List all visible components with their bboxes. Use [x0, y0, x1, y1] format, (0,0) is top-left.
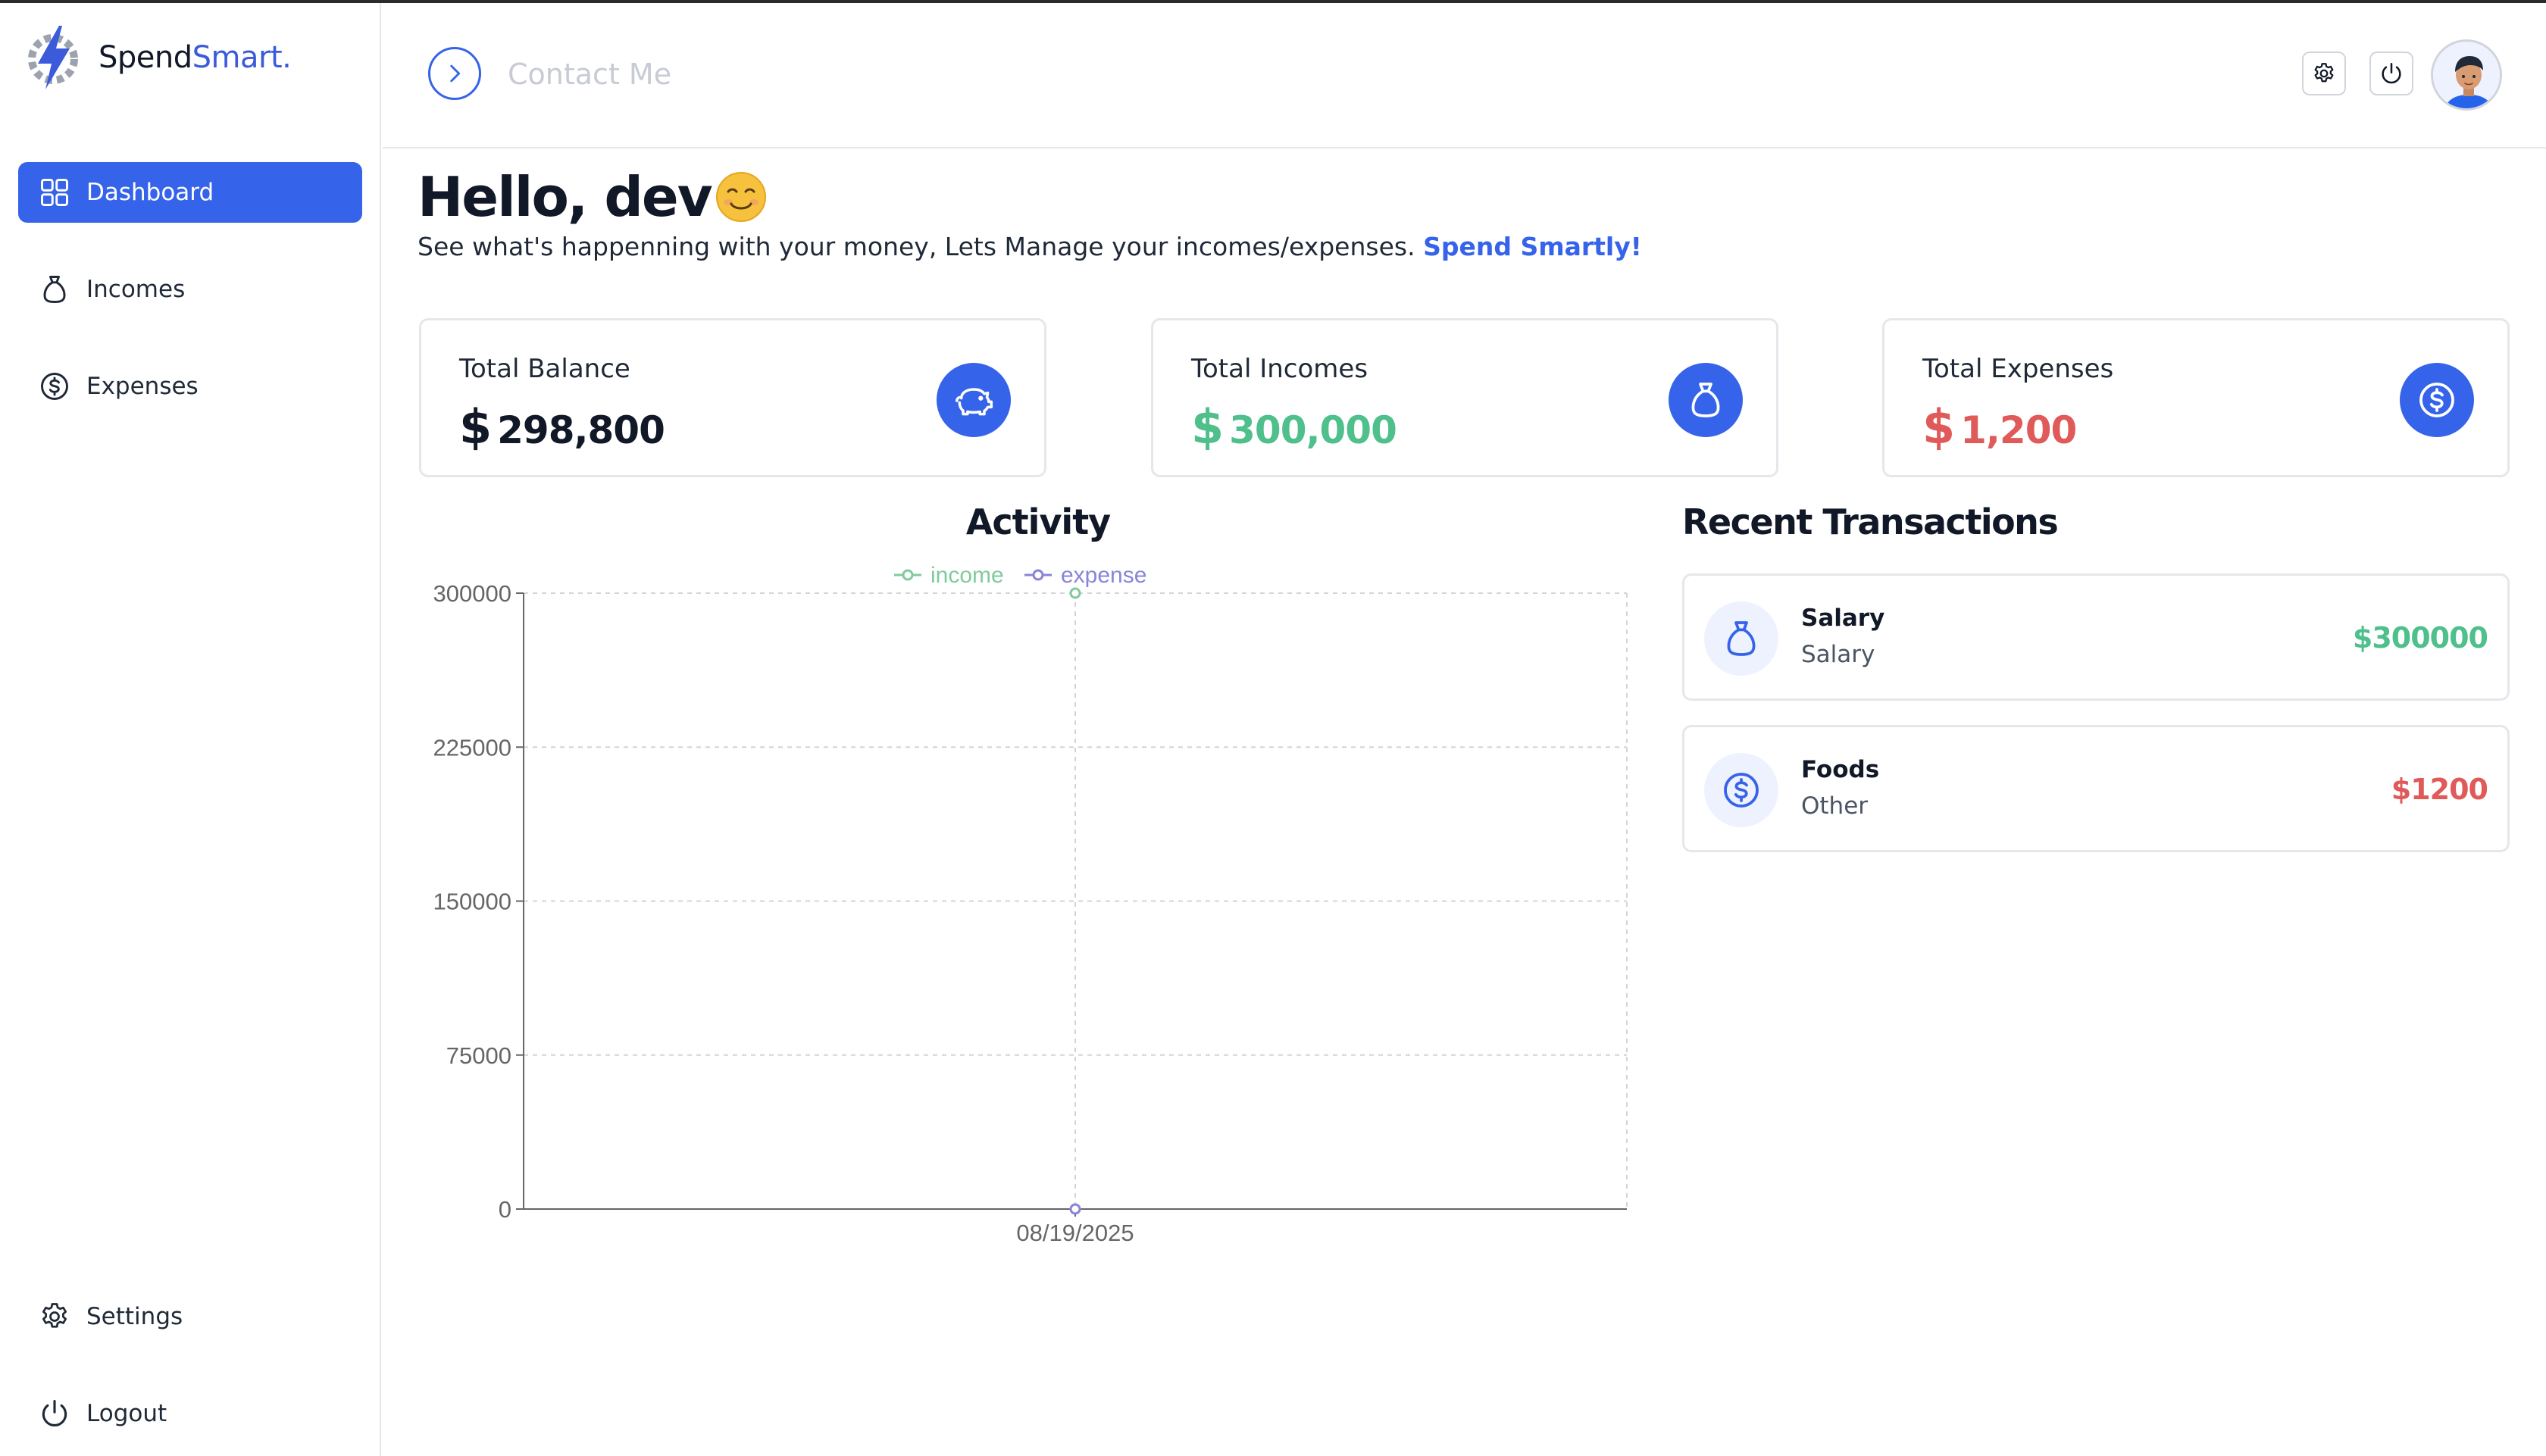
piggy-bank-badge	[937, 363, 1011, 437]
transaction-item[interactable]: Foods Other $1200	[1682, 725, 2510, 852]
activity-title: Activity	[965, 501, 1111, 542]
dollar-circle-icon	[2419, 383, 2454, 417]
transaction-amount: $300000	[2352, 621, 2488, 655]
transaction-category: Salary	[1801, 641, 1875, 668]
brand-name: SpendSmart.	[99, 40, 292, 75]
money-bag-badge	[1669, 363, 1743, 437]
logout-button[interactable]	[2369, 52, 2413, 95]
y-tick-label: 75000	[446, 1042, 511, 1069]
y-tick-label: 150000	[433, 889, 511, 915]
transaction-amount: $1200	[2391, 773, 2488, 806]
greeting-heading: Hello, dev	[418, 165, 768, 229]
currency-symbol: $	[459, 399, 492, 455]
sidebar: SpendSmart. Dashboard Incomes Expenses S…	[0, 3, 381, 1456]
y-tick-label: 300000	[433, 580, 511, 607]
sidebar-item-incomes[interactable]: Incomes	[18, 259, 362, 320]
piggy-bank-icon	[956, 388, 993, 416]
power-icon	[42, 1399, 67, 1426]
top-header: Contact Me	[383, 3, 2546, 148]
legend-swatch-marker	[1032, 569, 1044, 581]
card-amount: 1,200	[1960, 408, 2077, 452]
transaction-icon-badge	[1704, 753, 1778, 827]
spend-smartly-link[interactable]: Spend Smartly!	[1423, 232, 1642, 261]
chevron-right-icon	[450, 64, 461, 83]
card-amount: 298,800	[497, 408, 665, 452]
card-label: Total Incomes	[1191, 354, 1368, 384]
lightning-gear-logo-icon	[28, 26, 78, 89]
sidebar-item-expenses[interactable]: Expenses	[18, 356, 362, 417]
gear-icon	[2314, 63, 2334, 83]
toggle-sidebar-button[interactable]	[428, 47, 481, 100]
legend-swatch-marker	[902, 569, 914, 581]
subtitle-text: See what's happenning with your money, L…	[418, 232, 1415, 261]
activity-line-chart: 0 75000 150000 225000 300000 08/19/2025 income…	[433, 563, 1628, 1242]
money-bag-icon	[1691, 383, 1720, 417]
avatar-illustration-icon	[2433, 42, 2500, 108]
currency-symbol: $	[1191, 399, 1224, 455]
contact-me-link[interactable]: Contact Me	[508, 58, 671, 91]
smiling-face-emoji-icon	[715, 172, 766, 222]
y-tick-label: 0	[499, 1196, 511, 1223]
sidebar-item-label: Dashboard	[86, 179, 214, 206]
sidebar-nav: Dashboard Incomes Expenses	[18, 162, 362, 453]
card-value: $ 1,200	[1922, 399, 2077, 455]
greeting-text: Hello, dev	[418, 165, 713, 229]
transaction-icon-badge	[1704, 601, 1778, 676]
transaction-name: Salary	[1801, 605, 1885, 632]
gear-icon	[42, 1303, 67, 1328]
card-value: $ 300,000	[1191, 399, 1397, 455]
money-bag-icon	[43, 276, 66, 303]
dollar-circle-icon	[1724, 773, 1759, 808]
total-incomes-card: Total Incomes $ 300,000	[1151, 318, 1778, 477]
card-label: Total Balance	[459, 354, 630, 384]
sidebar-item-logout[interactable]: Logout	[18, 1383, 362, 1444]
card-value: $ 298,800	[459, 399, 665, 455]
data-point-expense	[1069, 1203, 1081, 1215]
sidebar-item-label: Expenses	[86, 373, 199, 400]
x-tick-label: 08/19/2025	[1016, 1220, 1134, 1242]
transaction-category: Other	[1801, 792, 1869, 820]
sidebar-item-label: Logout	[86, 1400, 167, 1427]
money-bag-icon	[1727, 621, 1756, 656]
greeting-subtitle: See what's happenning with your money, L…	[418, 232, 1642, 261]
settings-button[interactable]	[2302, 52, 2346, 95]
sidebar-item-settings[interactable]: Settings	[18, 1286, 362, 1347]
user-avatar[interactable]	[2431, 39, 2502, 111]
power-icon	[2382, 62, 2401, 84]
transaction-name: Foods	[1801, 756, 1880, 783]
sidebar-item-label: Settings	[86, 1303, 183, 1330]
sidebar-bottom-nav: Settings Logout	[18, 1286, 362, 1456]
brand-logo[interactable]: SpendSmart.	[23, 23, 292, 92]
total-balance-card: Total Balance $ 298,800	[419, 318, 1046, 477]
dollar-badge	[2400, 363, 2474, 437]
transaction-item[interactable]: Salary Salary $300000	[1682, 573, 2510, 701]
recent-transactions-title: Recent Transactions	[1682, 501, 2059, 542]
card-amount: 300,000	[1229, 408, 1397, 452]
data-point-income	[1069, 587, 1081, 599]
legend-label-expense: expense	[1061, 563, 1146, 588]
card-label: Total Expenses	[1922, 354, 2114, 384]
currency-symbol: $	[1922, 399, 1955, 455]
y-tick-label: 225000	[433, 734, 511, 761]
sidebar-item-label: Incomes	[86, 276, 186, 303]
dollar-circle-icon	[41, 373, 68, 400]
legend-label-income: income	[931, 563, 1004, 588]
grid-icon	[41, 179, 68, 206]
sidebar-item-dashboard[interactable]: Dashboard	[18, 162, 362, 223]
total-expenses-card: Total Expenses $ 1,200	[1882, 318, 2510, 477]
